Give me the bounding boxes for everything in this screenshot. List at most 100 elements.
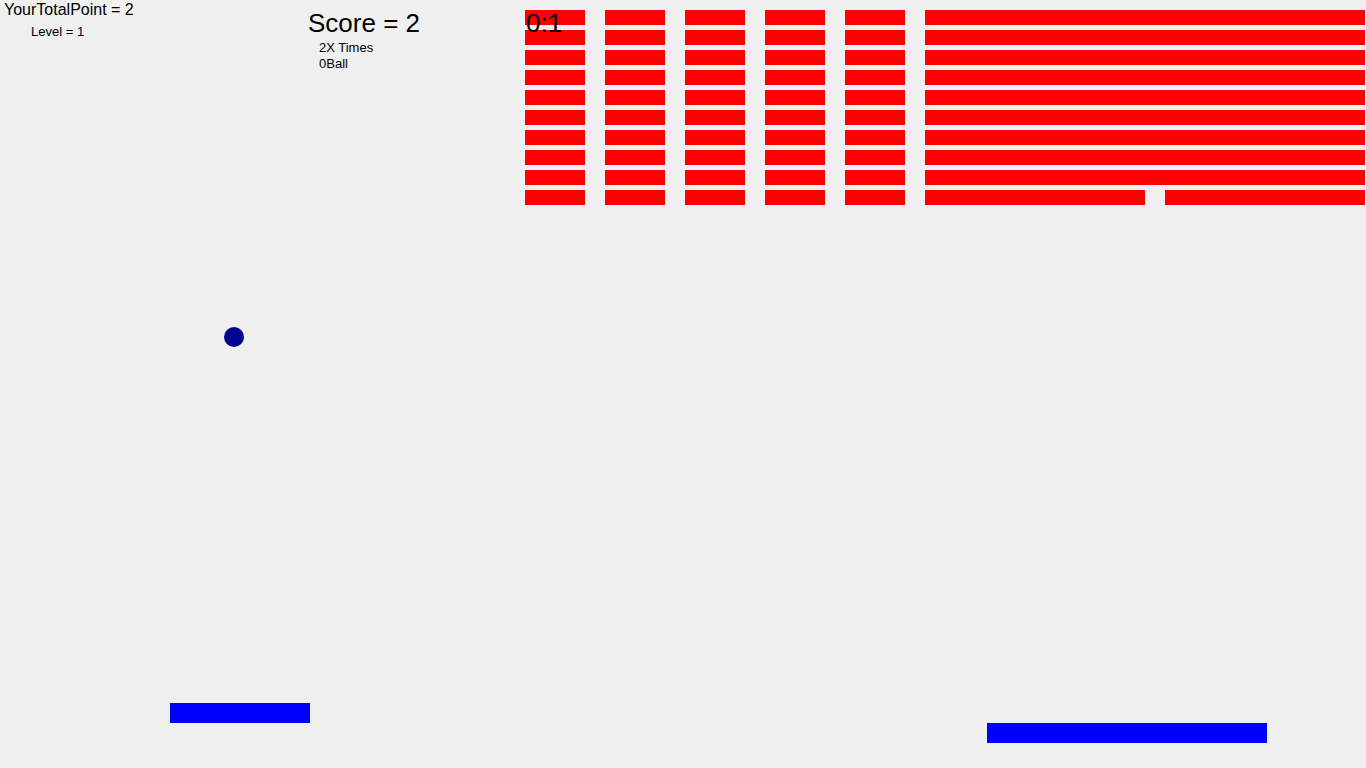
brick-segment: [1305, 10, 1325, 25]
brick-segment: [1305, 50, 1325, 65]
brick-segment: [1285, 150, 1305, 165]
brick: [605, 50, 665, 65]
brick-segment: [1125, 150, 1145, 165]
brick: [845, 10, 905, 25]
brick-segment: [1005, 50, 1025, 65]
brick: [685, 190, 745, 205]
brick-segment: [1125, 130, 1145, 145]
brick-segment: [1085, 30, 1105, 45]
brick-segment: [1025, 130, 1045, 145]
brick-segment: [1125, 70, 1145, 85]
timer: 0:1: [526, 9, 562, 39]
brick-segment: [1065, 110, 1085, 125]
brick-segment: [1345, 190, 1365, 205]
brick-segment: [985, 110, 1005, 125]
brick-segment: [1185, 130, 1205, 145]
brick-segment: [945, 70, 965, 85]
brick-segment: [1325, 50, 1345, 65]
brick-segment: [1225, 90, 1245, 105]
brick-row: [525, 90, 1365, 105]
brick-segment: [1145, 110, 1165, 125]
right-paddle[interactable]: [987, 723, 1267, 743]
brick-segment: [1145, 30, 1165, 45]
brick-segment: [1105, 10, 1125, 25]
brick-segment: [1345, 30, 1365, 45]
brick-segment: [965, 130, 985, 145]
brick-row: [525, 70, 1365, 85]
brick-segment: [1065, 130, 1085, 145]
brick-segment: [1345, 110, 1365, 125]
brick-segment: [1185, 50, 1205, 65]
brick-segment: [1125, 30, 1145, 45]
brick-segment: [1285, 10, 1305, 25]
brick-segment: [1165, 190, 1185, 205]
brick-segment: [1125, 170, 1145, 185]
brick-segment: [1165, 170, 1185, 185]
brick-segment: [1245, 110, 1265, 125]
brick-segment: [985, 150, 1005, 165]
brick-segment: [1145, 190, 1165, 205]
brick-wall: [525, 10, 1365, 205]
brick: [605, 150, 665, 165]
brick: [605, 10, 665, 25]
brick: [685, 30, 745, 45]
brick-segment: [1005, 70, 1025, 85]
brick-segment: [1105, 30, 1125, 45]
brick-segment: [1185, 90, 1205, 105]
brick-segment: [925, 190, 945, 205]
brick: [685, 150, 745, 165]
total-point: YourTotalPoint = 2: [4, 1, 134, 19]
brick-segment: [945, 30, 965, 45]
brick-row: [525, 10, 1365, 25]
brick-segment: [1045, 170, 1065, 185]
brick: [685, 90, 745, 105]
brick-segment: [1265, 150, 1285, 165]
brick-segment: [1025, 70, 1045, 85]
brick-segment: [1285, 70, 1305, 85]
brick-segment: [945, 50, 965, 65]
brick-segment: [1045, 30, 1065, 45]
brick-segment: [1265, 30, 1285, 45]
brick-segment: [1145, 170, 1165, 185]
brick-segment: [1285, 190, 1305, 205]
brick-segment: [1265, 110, 1285, 125]
brick: [765, 70, 825, 85]
brick-segment: [1285, 90, 1305, 105]
brick-segment: [1265, 190, 1285, 205]
brick-segment: [1045, 10, 1065, 25]
brick-segment: [1005, 190, 1025, 205]
brick-segment: [1345, 170, 1365, 185]
brick-segment: [1345, 50, 1365, 65]
brick: [605, 130, 665, 145]
brick-segment: [1165, 70, 1185, 85]
brick-segment: [1205, 130, 1225, 145]
brick-segment: [945, 150, 965, 165]
brick: [765, 50, 825, 65]
left-paddle[interactable]: [170, 703, 310, 723]
balls-label: 0Ball: [319, 57, 348, 72]
brick-segment: [1125, 190, 1145, 205]
brick-segment: [1305, 190, 1325, 205]
brick-segment: [1145, 50, 1165, 65]
brick-segment: [1045, 90, 1065, 105]
brick-segment: [925, 70, 945, 85]
brick-segment: [1065, 190, 1085, 205]
brick-segment: [1005, 170, 1025, 185]
brick-segment: [1305, 150, 1325, 165]
multiplier-label: 2X Times: [319, 41, 373, 56]
brick: [685, 10, 745, 25]
brick-segment: [1085, 110, 1105, 125]
brick: [845, 150, 905, 165]
brick: [525, 90, 585, 105]
brick-segment: [985, 90, 1005, 105]
brick-segment: [1285, 50, 1305, 65]
brick: [765, 190, 825, 205]
brick-segment: [1065, 170, 1085, 185]
brick-segment: [1345, 150, 1365, 165]
brick-segment: [1325, 150, 1345, 165]
brick-segment: [1165, 10, 1185, 25]
brick-segment: [985, 130, 1005, 145]
brick-segment: [1145, 90, 1165, 105]
game-canvas[interactable]: YourTotalPoint = 2 Level = 1 Score = 2 2…: [0, 0, 1366, 768]
brick-segment: [1045, 50, 1065, 65]
